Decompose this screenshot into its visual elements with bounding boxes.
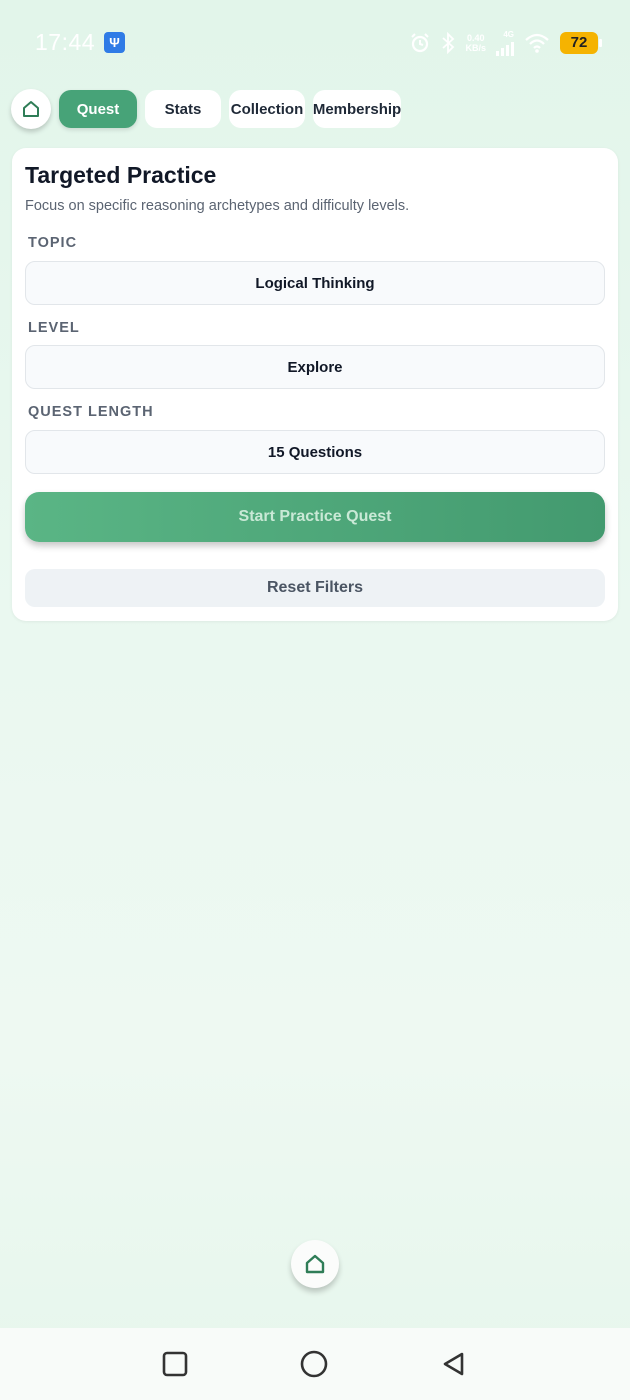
home-nav-button[interactable] bbox=[300, 1350, 328, 1378]
square-icon bbox=[162, 1351, 188, 1377]
tab-quest[interactable]: Quest bbox=[59, 90, 137, 128]
floating-home-button[interactable] bbox=[291, 1240, 339, 1288]
network-speed: 0.40 KB/s bbox=[465, 33, 486, 53]
reset-filters-button[interactable]: Reset Filters bbox=[25, 569, 605, 607]
card-subtitle: Focus on specific reasoning archetypes a… bbox=[25, 198, 410, 214]
card-title: Targeted Practice bbox=[25, 162, 217, 188]
status-time: 17:44 bbox=[35, 29, 96, 55]
tab-stats[interactable]: Stats bbox=[145, 90, 221, 128]
level-label: LEVEL bbox=[28, 320, 80, 336]
alarm-icon bbox=[411, 33, 430, 53]
tab-membership[interactable]: Membership bbox=[313, 90, 401, 128]
bluetooth-icon bbox=[442, 32, 455, 54]
start-practice-button[interactable]: Start Practice Quest bbox=[25, 492, 605, 542]
circle-icon bbox=[300, 1350, 328, 1378]
status-bar: 17:44 Ψ 0.40 KB/s 4G 72 bbox=[0, 0, 630, 86]
quest-length-select[interactable]: 15 Questions bbox=[25, 430, 605, 474]
recents-button[interactable] bbox=[161, 1350, 189, 1378]
topic-select[interactable]: Logical Thinking bbox=[25, 261, 605, 305]
back-button[interactable] bbox=[440, 1350, 468, 1378]
back-triangle-icon bbox=[443, 1352, 464, 1376]
home-icon bbox=[23, 101, 39, 117]
targeted-practice-card: Targeted Practice Focus on specific reas… bbox=[12, 148, 618, 621]
wifi-icon bbox=[525, 33, 549, 53]
battery-indicator: 72 bbox=[560, 32, 602, 54]
home-icon bbox=[305, 1254, 325, 1274]
cellular-signal-icon: 4G bbox=[496, 30, 514, 56]
system-nav-bar bbox=[0, 1328, 630, 1400]
quest-length-label: QUEST LENGTH bbox=[28, 404, 154, 420]
home-button[interactable] bbox=[11, 89, 51, 129]
usb-icon: Ψ bbox=[104, 32, 125, 53]
tab-bar: Quest Stats Collection Membership bbox=[11, 89, 401, 129]
topic-label: TOPIC bbox=[28, 235, 78, 251]
status-icons: 0.40 KB/s 4G 72 bbox=[409, 30, 602, 56]
level-select[interactable]: Explore bbox=[25, 345, 605, 389]
tab-collection[interactable]: Collection bbox=[229, 90, 305, 128]
